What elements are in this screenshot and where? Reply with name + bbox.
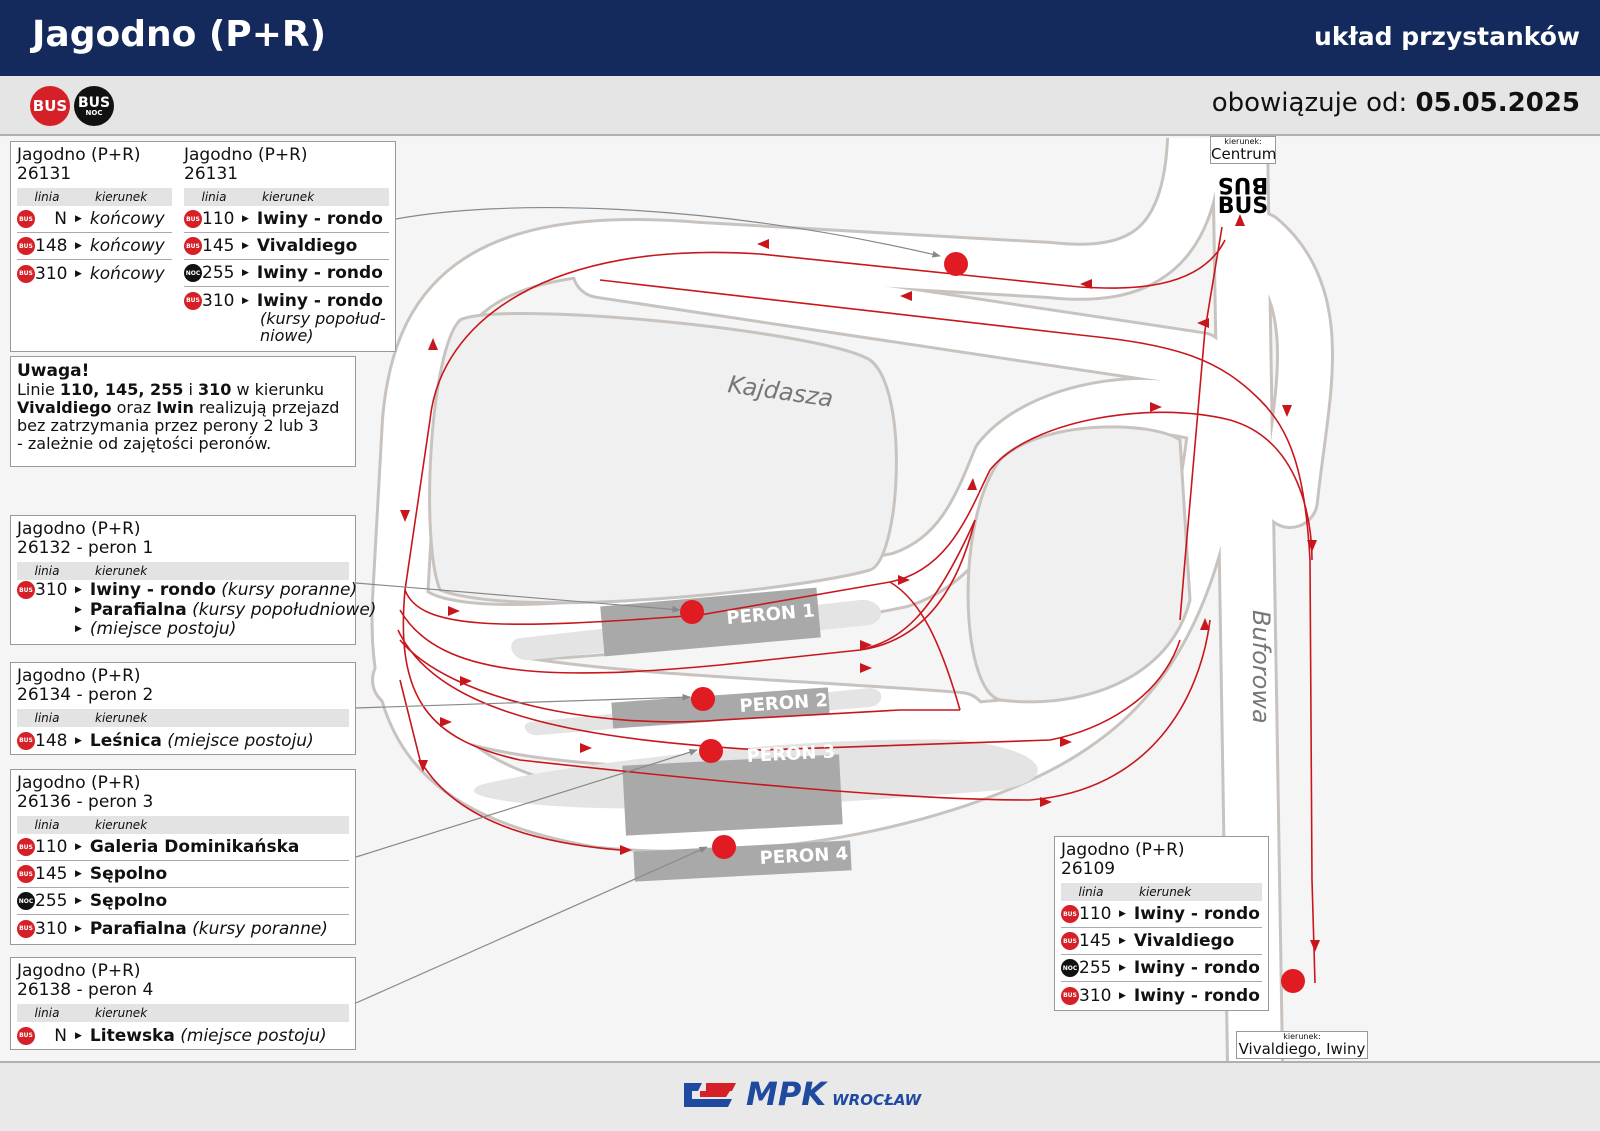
route-row: ▶ (miejsce postoju) [75, 618, 237, 639]
route-row: BUS 110 ▶ Galeria Dominikańska [17, 834, 349, 861]
route-row: BUS 148 ▶ końcowy [17, 233, 172, 260]
bus-icon: BUS [1061, 932, 1079, 950]
stop-info-26131: Jagodno (P+R) 26131 linia kierunek BUS 110… [178, 141, 396, 352]
bus-icon: BUS [17, 838, 35, 856]
stop-marker-peron-3[interactable] [699, 739, 723, 763]
bus-icon: BUS [17, 581, 35, 599]
night-bus-icon: NOC [1061, 959, 1079, 977]
footer: MPK WROCŁAW [0, 1061, 1600, 1131]
route-row: BUS 145 ▶ Vivaldiego [184, 233, 389, 260]
validity-date: obowiązuje od: 05.05.2025 [1211, 88, 1580, 118]
route-row: NOC 255 ▶ Iwiny - rondo [1061, 955, 1262, 982]
mpk-logo: MPK WROCŁAW [680, 1075, 921, 1113]
route-row: ▶ Parafialna (kursy popołudniowe) [75, 599, 377, 620]
sub-header-bar: BUS BUS NOC obowiązuje od: 05.05.2025 [0, 76, 1600, 136]
bus-badge-icon: BUS [30, 86, 70, 126]
stop-info-26138-peron-4: Jagodno (P+R) 26138 - peron 4 linia kieru… [10, 957, 356, 1050]
route-row: BUS 110 ▶ Iwiny - rondo [184, 206, 389, 233]
route-row: BUS N ▶ końcowy [17, 206, 172, 233]
night-bus-badge-icon: BUS NOC [74, 86, 114, 126]
bus-icon: BUS [184, 237, 202, 255]
route-row: BUS 310 ▶ Parafialna (kursy poranne) [17, 915, 349, 942]
route-row: BUS 310 ▶ Iwiny - rondo [1061, 982, 1262, 1009]
stop-info-26136-peron-3: Jagodno (P+R) 26136 - peron 3 linia kieru… [10, 769, 356, 945]
route-row: NOC 255 ▶ Sępolno [17, 888, 349, 915]
mpk-logo-icon [684, 1083, 736, 1107]
stop-marker-peron-2[interactable] [691, 687, 715, 711]
stop-info-26131-terminal: Jagodno (P+R) 26131 linia kierunek BUS N ▶ k… [10, 141, 178, 352]
parking-block [428, 312, 898, 605]
stop-info-26109: Jagodno (P+R) 26109 linia kierunek BUS 110… [1054, 836, 1269, 1011]
route-row: NOC 255 ▶ Iwiny - rondo [184, 260, 389, 287]
warning-note: Uwaga! Linie 110, 145, 255 i 310 w kieru… [10, 356, 356, 467]
stop-info-26134-peron-2: Jagodno (P+R) 26134 - peron 2 linia kieru… [10, 662, 356, 755]
bus-icon: BUS [1061, 905, 1079, 923]
bus-icon: BUS [17, 210, 35, 228]
header-bar: Jagodno (P+R) układ przystanków [0, 0, 1600, 76]
direction-box-vivaldiego: kierunek: Vivaldiego, Iwiny [1236, 1031, 1368, 1059]
stop-marker-26131[interactable] [944, 252, 968, 276]
bus-icon: BUS [17, 1026, 35, 1045]
route-row: BUS 310 ▶ Iwiny - rondo (kursy poranne) [17, 580, 357, 600]
route-row: BUS 145 ▶ Vivaldiego [1061, 928, 1262, 955]
route-row: BUS 110 ▶ Iwiny - rondo [1061, 901, 1262, 928]
bus-icon: BUS [17, 919, 35, 938]
bus-icon: BUS [17, 731, 35, 750]
bus-icon: BUS [17, 237, 35, 255]
night-bus-icon: NOC [17, 892, 35, 910]
bus-icon: BUS [17, 865, 35, 883]
stop-marker-peron-4[interactable] [712, 835, 736, 859]
route-row: BUS 145 ▶ Sępolno [17, 861, 349, 888]
page-title: Jagodno (P+R) [32, 14, 327, 55]
route-row: BUS 148 ▶ Leśnica (miejsce postoju) [17, 727, 349, 754]
route-row: BUS 310 ▶ końcowy [17, 260, 172, 287]
stop-marker-26109[interactable] [1281, 969, 1305, 993]
route-row: BUS N ▶ Litewska (miejsce postoju) [17, 1022, 349, 1049]
night-bus-icon: NOC [184, 264, 202, 282]
direction-box-centrum: kierunek: Centrum [1210, 136, 1277, 164]
bus-icon: BUS [1061, 986, 1079, 1005]
bus-icon: BUS [184, 291, 202, 310]
stop-marker-peron-1[interactable] [680, 600, 704, 624]
bus-road-marking: BUS [1218, 194, 1268, 219]
bus-icon: BUS [17, 264, 35, 283]
street-name-buforowa: Buforowa [1247, 610, 1275, 724]
bus-icon: BUS [184, 210, 202, 228]
stop-info-26132-peron-1: Jagodno (P+R) 26132 - peron 1 linia kieru… [10, 515, 377, 645]
page-subtitle: układ przystanków [1314, 22, 1580, 51]
